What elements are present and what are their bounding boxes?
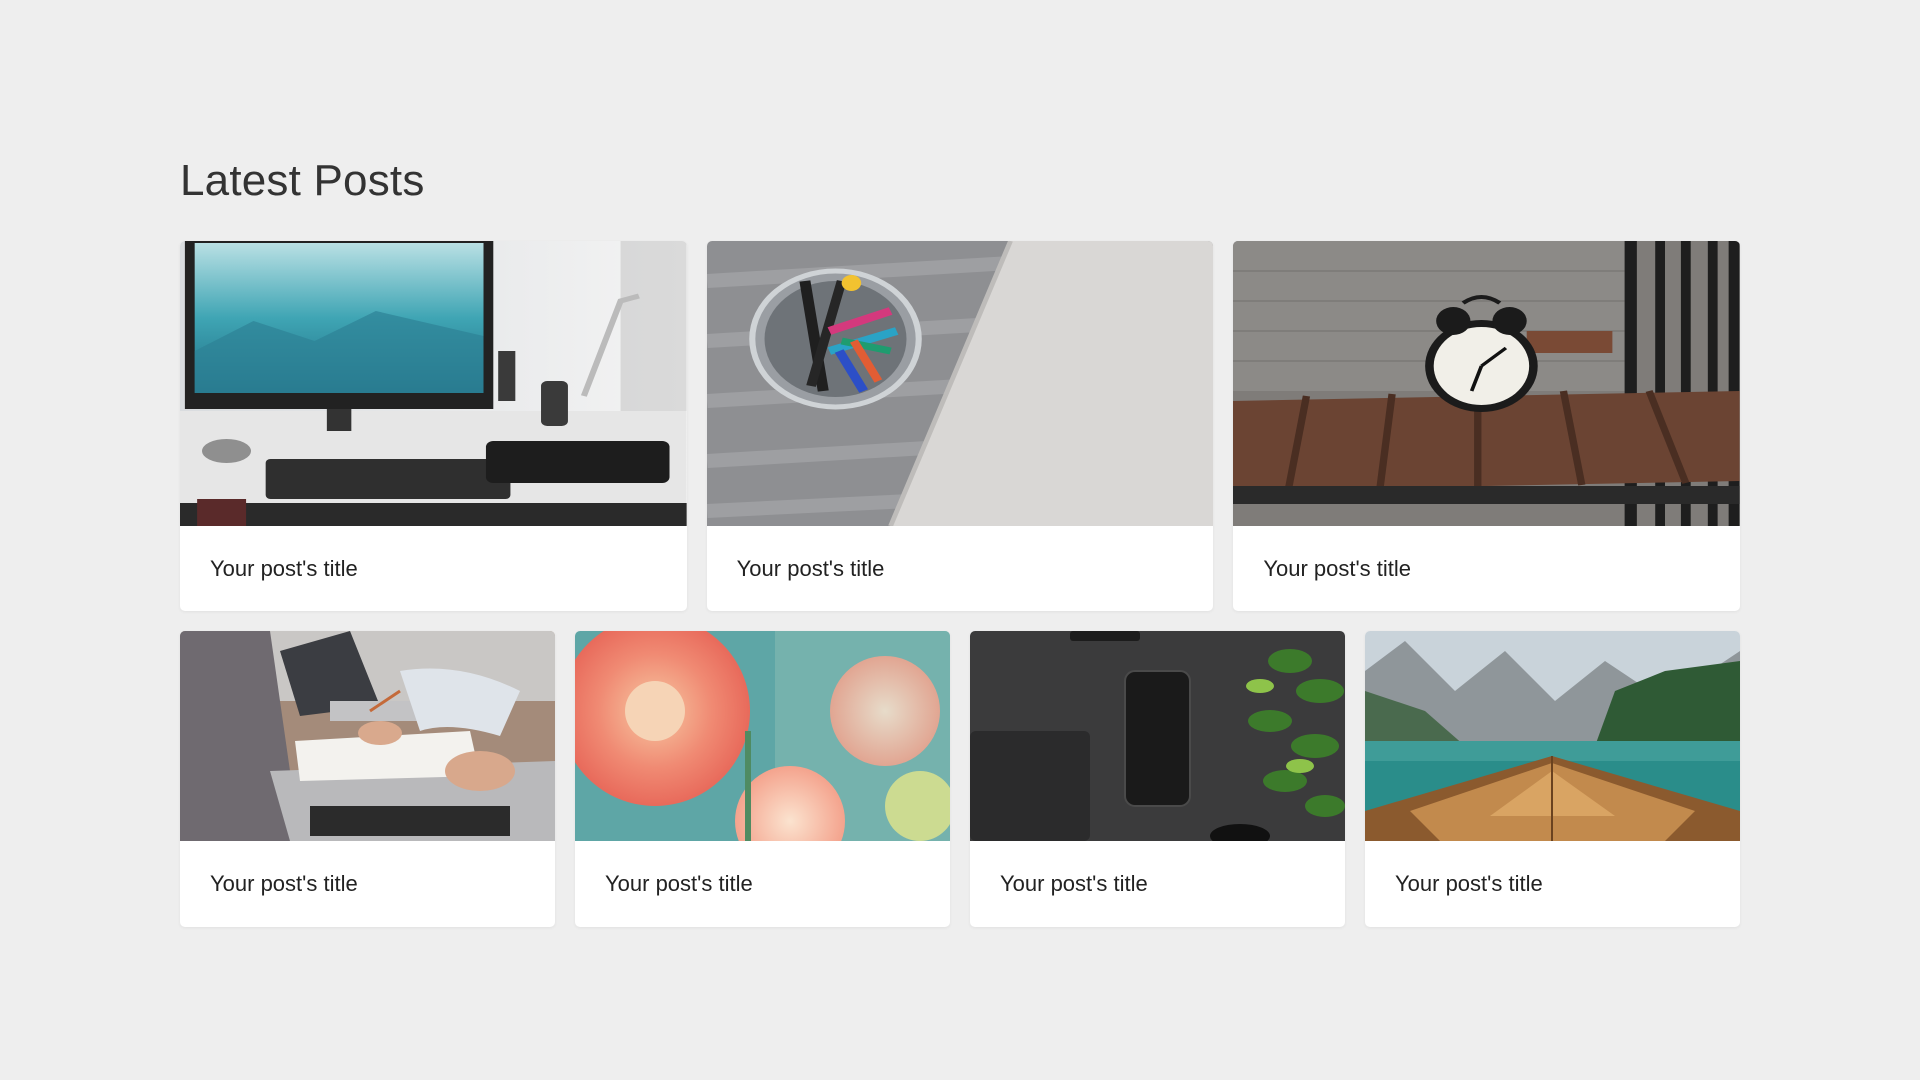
post-title[interactable]: Your post's title [1233,526,1740,611]
phone-on-desk-photo [970,631,1345,841]
post-title[interactable]: Your post's title [575,841,950,927]
post-image-dahlia-flowers[interactable] [575,631,950,841]
post-title[interactable]: Your post's title [970,841,1345,927]
post-image-lake-boat[interactable] [1365,631,1740,841]
lake-boat-photo [1365,631,1740,841]
post-title[interactable]: Your post's title [180,841,555,927]
post-image-laptop-meeting[interactable] [180,631,555,841]
laptop-meeting-photo [180,631,555,841]
alarm-clock-table-photo [1233,241,1740,526]
section-title: Latest Posts [180,156,425,205]
post-card[interactable]: Your post's title [180,241,687,611]
post-image-pen-jar[interactable] [706,241,1214,526]
post-title[interactable]: Your post's title [1365,841,1740,927]
dahlia-flowers-photo [575,631,950,841]
post-card[interactable]: Your post's title [1233,241,1740,611]
post-title[interactable]: Your post's title [180,526,687,611]
post-card[interactable]: Your post's title [575,631,950,927]
latest-posts-section: Latest Posts Your post's title Your post… [180,150,1740,927]
post-title[interactable]: Your post's title [707,526,1214,611]
posts-row-bottom: Your post's title Your post's title Your… [180,631,1740,927]
post-card[interactable]: Your post's title [1365,631,1740,927]
post-card[interactable]: Your post's title [180,631,555,927]
post-card[interactable]: Your post's title [970,631,1345,927]
post-image-alarm-clock[interactable] [1233,241,1740,526]
desk-setup-photo [180,241,687,526]
pen-jar-notebook-photo [706,241,1214,526]
post-image-desk-setup[interactable] [180,241,687,526]
posts-row-top: Your post's title Your post's title Your… [180,241,1740,611]
post-image-phone-desk[interactable] [970,631,1345,841]
post-card[interactable]: Your post's title [706,241,1214,611]
